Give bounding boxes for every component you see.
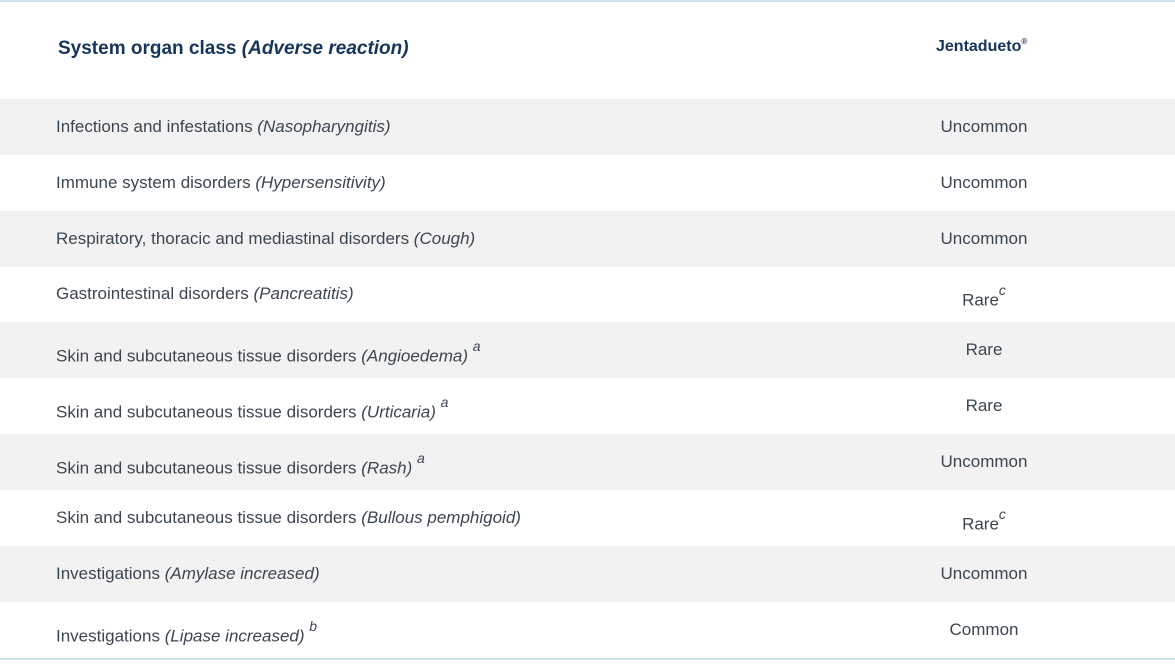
organ-class-text: Skin and subcutaneous tissue disorders <box>56 346 362 366</box>
organ-class-text: Infections and infestations <box>56 117 258 136</box>
cell-system-organ-class: Skin and subcutaneous tissue disorders (… <box>56 378 448 434</box>
header-col1-main: System organ class <box>58 38 242 59</box>
table-row: Immune system disorders (Hypersensitivit… <box>0 155 1175 211</box>
cell-frequency: Rarec <box>884 490 1084 546</box>
frequency-footnote-marker: c <box>998 282 1006 298</box>
cell-frequency: Uncommon <box>884 434 1084 490</box>
frequency-text: Common <box>949 620 1019 639</box>
cell-system-organ-class: Gastrointestinal disorders (Pancreatitis… <box>56 266 354 322</box>
cell-frequency: Rare <box>884 378 1084 434</box>
frequency-text: Rare <box>962 290 999 310</box>
organ-class-text: Immune system disorders <box>56 173 256 192</box>
header-system-organ-class: System organ class (Adverse reaction) <box>58 38 409 60</box>
footnote-marker: b <box>309 618 318 634</box>
table-row: Investigations (Amylase increased) Uncomm… <box>0 546 1175 602</box>
cell-system-organ-class: Skin and subcutaneous tissue disorders (… <box>56 434 425 490</box>
header-col2-name: Jentadueto <box>936 38 1022 55</box>
organ-class-text: Respiratory, thoracic and mediastinal di… <box>56 229 414 248</box>
footnote-marker: a <box>417 450 425 466</box>
table-row: Respiratory, thoracic and mediastinal di… <box>0 211 1175 267</box>
frequency-footnote-marker: c <box>998 506 1006 522</box>
cell-frequency: Uncommon <box>884 546 1084 602</box>
frequency-text: Uncommon <box>940 173 1028 192</box>
table-row: Skin and subcutaneous tissue disorders (… <box>0 490 1175 546</box>
cell-frequency: Rare <box>884 322 1084 378</box>
cell-frequency: Uncommon <box>884 155 1084 211</box>
cell-system-organ-class: Immune system disorders (Hypersensitivit… <box>56 155 386 211</box>
table-row: Skin and subcutaneous tissue disorders (… <box>0 378 1175 434</box>
table-row: Investigations (Lipase increased) b Commo… <box>0 602 1175 658</box>
organ-class-text: Investigations <box>56 564 165 583</box>
adverse-reaction-text: (Hypersensitivity) <box>255 173 386 192</box>
cell-system-organ-class: Infections and infestations (Nasopharyng… <box>56 99 391 155</box>
adverse-reaction-text: (Cough) <box>413 229 476 248</box>
cell-system-organ-class: Investigations (Amylase increased) <box>56 546 320 602</box>
header-product-name: Jentadueto® <box>936 37 1028 56</box>
adverse-reaction-text: (Nasopharyngitis) <box>257 117 391 136</box>
adverse-reaction-text: (Lipase increased) <box>164 626 305 646</box>
organ-class-text: Skin and subcutaneous tissue disorders <box>56 508 362 527</box>
frequency-text: Uncommon <box>940 117 1028 136</box>
table-row: Gastrointestinal disorders (Pancreatitis… <box>0 266 1175 322</box>
table-row: Skin and subcutaneous tissue disorders (… <box>0 322 1175 378</box>
footnote-marker: a <box>472 338 481 354</box>
table-row: Skin and subcutaneous tissue disorders (… <box>0 434 1175 490</box>
cell-frequency: Rarec <box>884 266 1084 322</box>
cell-frequency: Uncommon <box>884 211 1084 267</box>
adverse-reaction-text: (Bullous pemphigoid) <box>361 508 521 527</box>
organ-class-text: Skin and subcutaneous tissue disorders <box>56 402 362 422</box>
adverse-reaction-text: (Rash) <box>361 458 413 478</box>
adverse-reaction-text: (Amylase increased) <box>164 564 320 583</box>
cell-frequency: Uncommon <box>884 99 1084 155</box>
adverse-reaction-text: (Pancreatitis) <box>253 284 354 303</box>
cell-system-organ-class: Investigations (Lipase increased) b <box>56 602 317 658</box>
adverse-reactions-table: System organ class (Adverse reaction) Je… <box>0 0 1175 660</box>
table-row: Infections and infestations (Nasopharyng… <box>0 99 1175 155</box>
organ-class-text: Gastrointestinal disorders <box>56 284 254 303</box>
footnote-marker: a <box>440 394 449 410</box>
adverse-reaction-text: (Angioedema) <box>361 346 469 366</box>
frequency-text: Rare <box>965 340 1003 359</box>
frequency-text: Uncommon <box>940 564 1028 583</box>
cell-frequency: Common <box>884 602 1084 658</box>
frequency-text: Uncommon <box>940 452 1028 471</box>
frequency-text: Rare <box>962 514 999 534</box>
adverse-reaction-text: (Urticaria) <box>361 402 436 422</box>
cell-system-organ-class: Respiratory, thoracic and mediastinal di… <box>56 211 475 267</box>
frequency-text: Uncommon <box>940 229 1028 248</box>
registered-mark: ® <box>1021 37 1028 46</box>
cell-system-organ-class: Skin and subcutaneous tissue disorders (… <box>56 322 481 378</box>
frequency-text: Rare <box>965 396 1003 415</box>
organ-class-text: Investigations <box>56 626 165 646</box>
header-col1-italic: (Adverse reaction) <box>241 38 409 59</box>
table-header: System organ class (Adverse reaction) Je… <box>0 2 1175 99</box>
cell-system-organ-class: Skin and subcutaneous tissue disorders (… <box>56 490 521 546</box>
organ-class-text: Skin and subcutaneous tissue disorders <box>56 458 362 478</box>
